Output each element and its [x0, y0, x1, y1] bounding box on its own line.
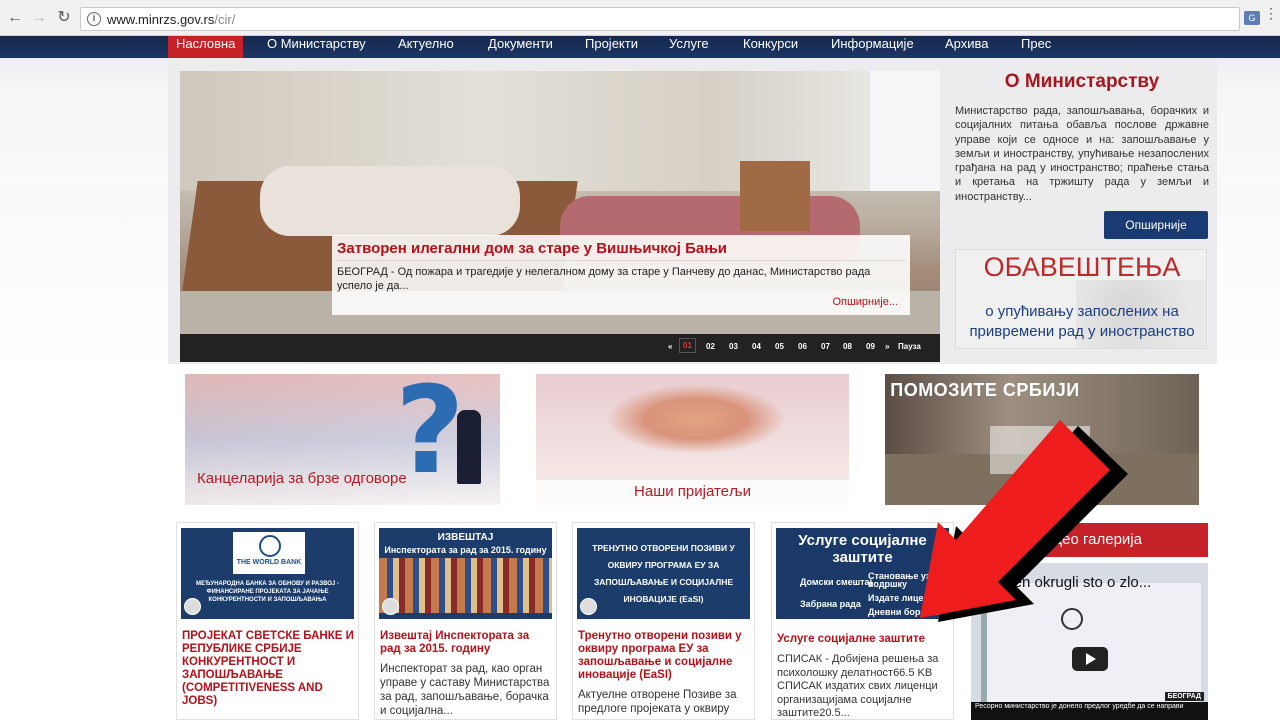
news-title[interactable]: Тренутно отворени позиви у оквиру програ…	[578, 630, 750, 682]
pager-next[interactable]: »	[885, 342, 889, 351]
main-nav: Насловна О Министарству Актуелно Докумен…	[0, 36, 1280, 58]
location-tag: БЕОГРАД	[1164, 692, 1204, 701]
news-text: Актуелне отворене Позиве за предлоге про…	[578, 689, 737, 715]
video-ticker: Ресорно министарство је донело предлог у…	[971, 702, 1208, 720]
news-image: ТРЕНУТНО ОТВОРЕНИ ПОЗИВИ У ОКВИРУ ПРОГРА…	[577, 528, 750, 619]
globe-icon	[259, 535, 281, 557]
slider-text: БЕОГРАД - Од пожара и трагедије у нелега…	[337, 266, 871, 292]
caption-divider	[337, 260, 905, 261]
workers-photo	[379, 558, 552, 613]
forward-arrow-icon[interactable]: →	[30, 9, 48, 27]
news-image: Услуге социјалне заштите Домски смештај …	[776, 528, 949, 619]
news-card[interactable]: ИЗВЕШТАЈ Инспектората за рад за 2015. го…	[374, 522, 557, 720]
handshake-icon	[606, 384, 786, 454]
banner-label: Наши пријатељи	[634, 483, 751, 500]
browser-menu-icon[interactable]: ⋮	[1264, 6, 1278, 20]
slider-title[interactable]: Затворен илегални дом за старе у Вишњичк…	[337, 240, 727, 257]
slide-cabinet	[740, 161, 810, 231]
quick-answers-banner[interactable]: ? Канцеларија за брзе одговоре	[185, 374, 500, 505]
slider-more-link[interactable]: Опширније...	[832, 296, 898, 308]
ministry-seal-icon	[184, 598, 201, 615]
nav-item-documents[interactable]: Документи	[488, 36, 553, 58]
nav-item-services[interactable]: Услуге	[669, 36, 709, 58]
news-card[interactable]: ТРЕНУТНО ОТВОРЕНИ ПОЗИВИ У ОКВИРУ ПРОГРА…	[572, 522, 755, 720]
news-image-text: Домски смештај	[800, 577, 873, 587]
nav-item-information[interactable]: Информације	[831, 36, 914, 58]
news-image-heading: ИЗВЕШТАЈ	[437, 532, 494, 543]
news-text: СПИСАК - Добијена решења за психолошку д…	[777, 653, 939, 719]
video-title[interactable]: Otvoren okrugli sto o zlo...	[977, 574, 1151, 591]
news-image-text: Инспектората за рад за 2015. годину	[384, 545, 547, 555]
back-arrow-icon[interactable]: ←	[6, 9, 24, 27]
slider-caption: Затворен илегални дом за старе у Вишњичк…	[332, 235, 910, 315]
pager-page[interactable]: 04	[752, 342, 761, 351]
slide-window	[870, 71, 940, 191]
notice-banner[interactable]: ОБАВЕШТЕЊА о упућивању запослених на при…	[955, 249, 1207, 349]
pager-page[interactable]: 05	[775, 342, 784, 351]
news-image-text: Издате лиценце	[868, 593, 940, 603]
notice-text: о упућивању запослених на привремени рад…	[969, 303, 1195, 340]
address-bar[interactable]: i www.minrzs.gov.rs/cir/	[80, 7, 1240, 31]
slider-pager: « 01 02 03 04 05 06 07 08 09 » Пауза	[180, 334, 940, 362]
pager-prev[interactable]: «	[668, 342, 672, 351]
news-image-text: Забрана рада	[800, 599, 861, 609]
nav-item-archive[interactable]: Архива	[945, 36, 989, 58]
pager-page[interactable]: 02	[706, 342, 715, 351]
news-title[interactable]: Услуге социјалне заштите	[777, 633, 949, 646]
nav-item-press[interactable]: Прес	[1021, 36, 1051, 58]
news-text: Инспекторат за рад, као орган управе у с…	[380, 663, 550, 717]
pager-page[interactable]: 01	[679, 338, 696, 353]
pager-page[interactable]: 03	[729, 342, 738, 351]
about-more-button[interactable]: Опширније	[1104, 211, 1208, 239]
url-text[interactable]: www.minrzs.gov.rs/cir/	[107, 12, 235, 27]
about-text: Министарство рада, запошљавања, борачких…	[955, 105, 1209, 203]
nav-item-about[interactable]: О Министарству	[267, 36, 366, 58]
news-title[interactable]: Извештај Инспектората за рад за 2015. го…	[380, 630, 550, 656]
help-serbia-banner[interactable]: ПОМОЗИТЕ СРБИЈИ	[885, 374, 1199, 505]
news-image-text: МЕЂУНАРОДНА БАНКА ЗА ОБНОВУ И РАЗВОЈ - Ф…	[196, 581, 339, 603]
notice-heading: ОБАВЕШТЕЊА	[983, 252, 1181, 282]
pager-pause[interactable]: Пауза	[898, 342, 921, 351]
pager-page[interactable]: 09	[866, 342, 875, 351]
video-gallery-heading[interactable]: Видео галерија	[971, 523, 1208, 557]
nav-item-competitions[interactable]: Конкурси	[743, 36, 798, 58]
nav-item-projects[interactable]: Пројекти	[585, 36, 638, 58]
play-button-icon[interactable]	[1072, 647, 1108, 671]
banner-label: Канцеларија за брзе одговоре	[197, 470, 407, 487]
our-friends-banner[interactable]: Наши пријатељи	[536, 374, 849, 505]
ministry-seal-icon	[580, 598, 597, 615]
news-card[interactable]: THE WORLD BANK МЕЂУНАРОДНА БАНКА ЗА ОБНО…	[176, 522, 359, 720]
browser-toolbar: ← → ↻ i www.minrzs.gov.rs/cir/ G ⋮	[0, 0, 1280, 36]
ministry-seal-icon	[382, 598, 399, 615]
translate-icon[interactable]: G	[1244, 11, 1260, 25]
news-card[interactable]: Услуге социјалне заштите Домски смештај …	[771, 522, 954, 720]
world-bank-logo-text: THE WORLD BANK	[236, 559, 302, 566]
nav-item-news[interactable]: Актуелно	[398, 36, 454, 58]
news-image: ИЗВЕШТАЈ Инспектората за рад за 2015. го…	[379, 528, 552, 619]
pager-page[interactable]: 08	[843, 342, 852, 351]
news-image-heading: Услуге социјалне заштите	[798, 532, 927, 566]
banner-label: ПОМОЗИТЕ СРБИЈИ	[890, 380, 1080, 400]
donation-card	[990, 426, 1090, 474]
world-bank-logo: THE WORLD BANK	[233, 532, 305, 574]
news-image-text: Дневни боравак	[868, 607, 941, 617]
info-icon[interactable]: i	[87, 12, 101, 26]
about-title: О Министарству	[1004, 71, 1160, 92]
news-image-text: ТРЕНУТНО ОТВОРЕНИ ПОЗИВИ У ОКВИРУ ПРОГРА…	[592, 543, 735, 604]
slide-blanket	[260, 166, 520, 236]
video-player[interactable]: Otvoren okrugli sto o zlo... БЕОГРАД Рес…	[971, 563, 1208, 720]
news-title[interactable]: ПРОЈЕКАТ СВЕТСКЕ БАНКЕ И РЕПУБЛИКЕ СРБИЈ…	[182, 630, 358, 708]
nav-item-home[interactable]: Насловна	[168, 36, 244, 58]
news-image-text: Становање уз подршку	[868, 571, 931, 589]
ilo-logo-icon	[1061, 608, 1083, 630]
reload-icon[interactable]: ↻	[55, 9, 73, 27]
news-image: THE WORLD BANK МЕЂУНАРОДНА БАНКА ЗА ОБНО…	[181, 528, 354, 619]
pager-page[interactable]: 07	[821, 342, 830, 351]
businessman-figure	[457, 410, 481, 484]
pager-page[interactable]: 06	[798, 342, 807, 351]
